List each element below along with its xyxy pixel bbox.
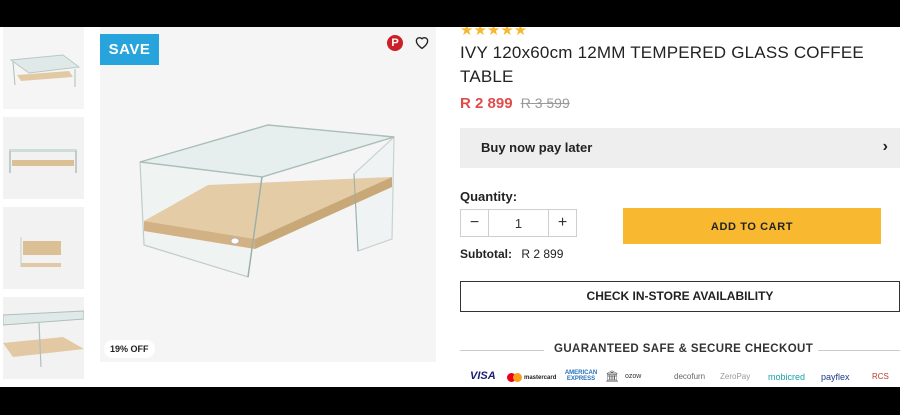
secure-checkout-label: GUARANTEED SAFE & SECURE CHECKOUT (554, 343, 814, 355)
zeropay-logo: ZeroPay (720, 372, 751, 381)
subtotal-value: R 2 899 (521, 247, 564, 261)
price-original: R 3 599 (520, 95, 570, 111)
add-to-cart-button[interactable]: ADD TO CART (623, 208, 881, 244)
pinterest-icon[interactable]: P (387, 35, 403, 51)
thumbnail-gallery (3, 27, 85, 387)
check-in-store-button[interactable]: CHECK IN-STORE AVAILABILITY (460, 281, 900, 312)
thumbnail-2[interactable] (3, 117, 84, 199)
quantity-label: Quantity: (460, 189, 518, 204)
rcs-logo: RCS (872, 372, 889, 381)
discount-badge: 19% OFF (104, 340, 155, 358)
thumbnail-3[interactable] (3, 207, 84, 289)
payflex-logo: payflex (821, 372, 850, 382)
product-main-image[interactable]: SAVE P 19% OFF (100, 27, 436, 362)
divider-left (460, 350, 544, 351)
mobicred-logo: mobicred (768, 372, 806, 382)
heart-icon[interactable] (413, 33, 431, 51)
payment-logos: VISA mastercard AMERICAN EXPRESS 🏛 ozow … (470, 370, 900, 386)
coffee-table-photo (100, 27, 436, 362)
quantity-input[interactable] (489, 210, 548, 236)
bank-icon: 🏛 (605, 371, 619, 383)
thumbnail-4[interactable] (3, 297, 84, 379)
amex-logo: AMERICAN EXPRESS (564, 370, 598, 382)
buy-now-pay-later-panel[interactable]: Buy now pay later › (460, 128, 900, 168)
product-page: SAVE P 19% OFF ★★★★★ IVY 120x60cm 12MM T… (0, 27, 900, 387)
rating-stars[interactable]: ★★★★★ (460, 27, 527, 39)
price-block: R 2 899 R 3 599 (460, 95, 570, 112)
price-current: R 2 899 (460, 95, 513, 112)
mastercard-logo: mastercard (507, 373, 556, 382)
quantity-stepper: − + (460, 209, 577, 237)
subtotal: Subtotal: R 2 899 (460, 247, 563, 261)
product-title: IVY 120x60cm 12MM TEMPERED GLASS COFFEE … (460, 43, 864, 86)
secure-checkout-heading: GUARANTEED SAFE & SECURE CHECKOUT (460, 342, 900, 358)
save-badge: SAVE (100, 34, 159, 65)
chevron-right-icon: › (882, 138, 888, 155)
decofurn-logo: decofurn (674, 372, 706, 381)
quantity-decrease-button[interactable]: − (461, 210, 489, 236)
buy-now-pay-later-label: Buy now pay later (481, 140, 593, 155)
ozow-logo: ozow (625, 373, 642, 380)
subtotal-label: Subtotal: (460, 247, 512, 261)
quantity-increase-button[interactable]: + (548, 210, 576, 236)
thumbnail-1[interactable] (3, 27, 84, 109)
divider-right (818, 350, 900, 351)
visa-logo: VISA (470, 370, 496, 382)
